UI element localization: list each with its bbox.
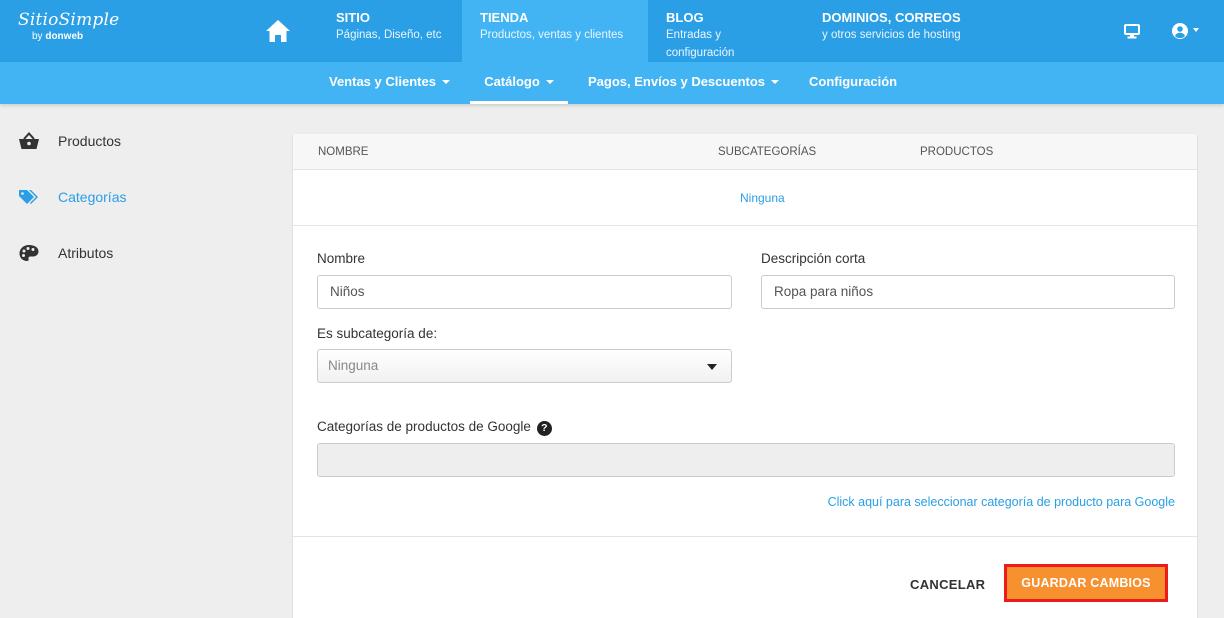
nav-blog-title: BLOG	[666, 10, 704, 25]
google-categoria-input	[317, 443, 1175, 477]
descripcion-corta-input[interactable]: Ropa para niños	[761, 275, 1175, 309]
logo-text: SitioSimple	[18, 10, 120, 30]
monitor-icon	[1124, 23, 1140, 38]
chevron-down-icon	[441, 79, 450, 84]
user-circle-icon	[1172, 23, 1188, 39]
nav-blog-subtitle: Entradas y configuración	[666, 29, 735, 59]
chevron-down-icon	[771, 79, 780, 84]
table-header: NOMBRE SUBCATEGORÍAS PRODUCTOS	[293, 134, 1197, 170]
sidebar-item-label: Productos	[58, 133, 122, 149]
nav-dominios[interactable]: DOMINIOS, CORREOS y otros servicios de h…	[804, 0, 1004, 62]
nav-sitio[interactable]: SITIO Páginas, Diseño, etc	[318, 0, 462, 62]
subcategoria-select[interactable]: Ninguna	[317, 349, 732, 383]
sidebar-item-label: Atributos	[58, 245, 114, 261]
home-button[interactable]	[258, 14, 298, 48]
subnav-catalogo[interactable]: Catálogo	[470, 62, 568, 104]
dropdown-arrow-icon	[707, 364, 717, 370]
subnav-label: Pagos, Envíos y Descuentos	[588, 74, 766, 89]
sub-navigation-bar: Ventas y Clientes Catálogo Pagos, Envíos…	[0, 62, 1224, 104]
subnav-ventas-clientes[interactable]: Ventas y Clientes	[329, 62, 450, 104]
help-icon[interactable]: ?	[536, 421, 552, 436]
cancel-button[interactable]: CANCELAR	[910, 577, 985, 592]
subnav-label: Configuración	[809, 74, 898, 89]
nav-dominios-subtitle: y otros servicios de hosting	[822, 29, 961, 41]
preview-site-button[interactable]	[1124, 0, 1140, 62]
logo-byline: by donweb	[32, 31, 84, 42]
save-changes-button[interactable]: GUARDAR CAMBIOS	[1007, 567, 1165, 599]
descripcion-corta-label: Descripción corta	[761, 251, 866, 266]
tags-icon	[19, 190, 38, 204]
subnav-label: Ventas y Clientes	[329, 74, 436, 89]
select-google-category-link[interactable]: Click aquí para seleccionar categoría de…	[828, 495, 1175, 509]
subcategoria-label: Es subcategoría de:	[317, 326, 438, 341]
home-icon	[266, 20, 290, 42]
google-categorias-label-text: Categorías de productos de Google	[317, 419, 531, 434]
table-row: Ninguna	[293, 170, 1197, 226]
chevron-down-icon	[545, 79, 554, 84]
subnav-label: Catálogo	[484, 74, 540, 89]
divider	[293, 536, 1197, 537]
subcategoria-selected-value: Ninguna	[328, 358, 379, 373]
top-navigation-bar: SitioSimple by donweb SITIO Páginas, Dis…	[0, 0, 1224, 62]
palette-icon	[19, 245, 39, 261]
nav-tienda[interactable]: TIENDA Productos, ventas y clientes	[462, 0, 648, 62]
basket-icon	[19, 132, 39, 149]
sitiosimple-logo[interactable]: SitioSimple by donweb	[18, 10, 119, 42]
sidebar-item-productos[interactable]: Productos	[0, 121, 270, 161]
nav-sitio-title: SITIO	[336, 10, 370, 25]
save-button-highlight: GUARDAR CAMBIOS	[1004, 564, 1168, 602]
column-header-subcategorias: SUBCATEGORÍAS	[718, 146, 817, 158]
google-categorias-label: Categorías de productos de Google?	[317, 419, 552, 436]
column-header-nombre: NOMBRE	[318, 146, 369, 158]
subnav-pagos-envios[interactable]: Pagos, Envíos y Descuentos	[588, 62, 780, 104]
column-header-productos: PRODUCTOS	[920, 146, 994, 158]
empty-row-text[interactable]: Ninguna	[740, 191, 785, 205]
sidebar-item-categorias[interactable]: Categorías	[0, 177, 270, 217]
nav-dominios-title: DOMINIOS, CORREOS	[822, 10, 961, 25]
sidebar-item-label: Categorías	[58, 189, 127, 205]
subnav-configuracion[interactable]: Configuración	[809, 62, 897, 104]
sidebar-item-atributos[interactable]: Atributos	[0, 233, 270, 273]
category-edit-panel: NOMBRE SUBCATEGORÍAS PRODUCTOS Ninguna N…	[293, 134, 1197, 618]
nav-sitio-subtitle: Páginas, Diseño, etc	[336, 29, 442, 41]
nombre-label: Nombre	[317, 251, 366, 266]
nav-blog[interactable]: BLOG Entradas y configuración	[648, 0, 804, 62]
chevron-down-icon	[1193, 28, 1199, 32]
nav-tienda-subtitle: Productos, ventas y clientes	[480, 29, 624, 41]
user-menu-button[interactable]	[1172, 0, 1199, 62]
nombre-input[interactable]: Niños	[317, 275, 732, 309]
nav-tienda-title: TIENDA	[480, 10, 529, 25]
